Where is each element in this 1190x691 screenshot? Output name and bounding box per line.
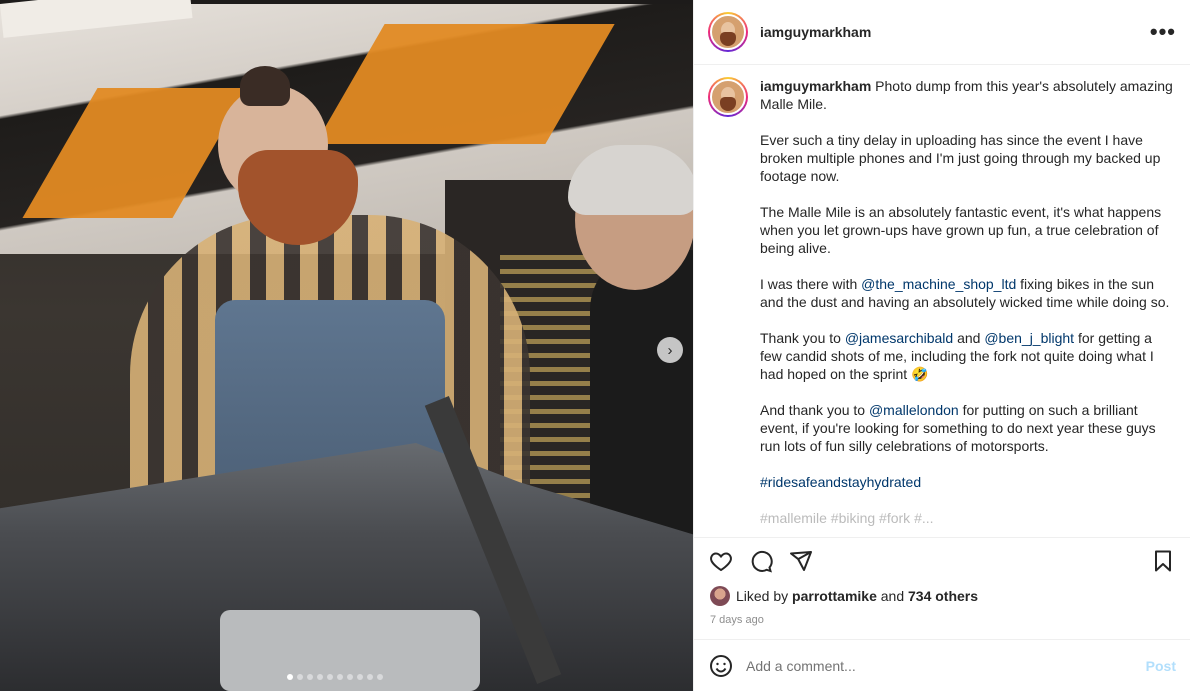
caption-paragraph: Thank you to @jamesarchibald and @ben_j_… bbox=[760, 329, 1174, 383]
like-button[interactable] bbox=[708, 548, 734, 574]
comment-button[interactable] bbox=[748, 548, 774, 574]
carousel-dot bbox=[287, 674, 293, 680]
comment-bar: Post bbox=[694, 639, 1190, 691]
avatar[interactable] bbox=[708, 77, 748, 117]
avatar-image bbox=[710, 14, 746, 50]
caption: iamguymarkham Photo dump from this year'… bbox=[760, 77, 1174, 537]
hashtag-link[interactable]: #ridesafeandstayhydrated bbox=[760, 474, 921, 490]
heart-icon bbox=[710, 551, 732, 571]
action-bar bbox=[694, 537, 1190, 583]
instagram-post: › iamguymarkham ••• iamguymarkham Photo … bbox=[0, 0, 1190, 691]
carousel-next-button[interactable]: › bbox=[657, 337, 683, 363]
photo-grey-hair bbox=[568, 145, 693, 215]
post-comment-button[interactable]: Post bbox=[1146, 658, 1176, 674]
carousel-dot bbox=[307, 674, 313, 680]
comment-icon bbox=[751, 550, 773, 573]
caption-paragraph: I was there with @the_machine_shop_ltd f… bbox=[760, 275, 1174, 311]
caption-paragraph: And thank you to @mallelondon for puttin… bbox=[760, 401, 1174, 455]
carousel-dots bbox=[287, 674, 383, 680]
caption-paragraph: Ever such a tiny delay in uploading has … bbox=[760, 132, 1161, 184]
carousel-dot bbox=[317, 674, 323, 680]
caption-username[interactable]: iamguymarkham bbox=[760, 78, 871, 94]
mention-link[interactable]: @ben_j_blight bbox=[984, 330, 1074, 346]
caption-paragraph: The Malle Mile is an absolutely fantasti… bbox=[760, 204, 1162, 256]
mention-link[interactable]: @mallelondon bbox=[869, 402, 959, 418]
header-username[interactable]: iamguymarkham bbox=[760, 24, 1150, 40]
carousel-dot bbox=[297, 674, 303, 680]
liker-avatar[interactable] bbox=[710, 586, 730, 606]
emoji-button[interactable] bbox=[708, 653, 734, 679]
comment-input[interactable] bbox=[746, 657, 1146, 674]
share-button[interactable] bbox=[788, 548, 814, 574]
liker-username[interactable]: parrottamike bbox=[792, 588, 877, 604]
likes-count[interactable]: 734 others bbox=[908, 588, 978, 604]
mention-link[interactable]: @the_machine_shop_ltd bbox=[861, 276, 1016, 292]
post-side-panel: iamguymarkham ••• iamguymarkham Photo du… bbox=[693, 0, 1190, 691]
likes-middle: and bbox=[880, 588, 905, 604]
save-button[interactable] bbox=[1150, 548, 1176, 574]
likes-summary: Liked by parrottamike and 734 others bbox=[694, 583, 1190, 609]
carousel-dot bbox=[337, 674, 343, 680]
avatar-image bbox=[710, 79, 746, 115]
avatar[interactable] bbox=[708, 12, 748, 52]
caption-text: and bbox=[953, 330, 985, 346]
caption-text: I was there with bbox=[760, 276, 862, 292]
mention-link[interactable]: @jamesarchibald bbox=[845, 330, 953, 346]
carousel-dot bbox=[347, 674, 353, 680]
emoji-icon bbox=[710, 654, 732, 677]
comments-section: iamguymarkham Photo dump from this year'… bbox=[694, 65, 1190, 537]
share-icon bbox=[790, 550, 812, 571]
more-options-icon[interactable]: ••• bbox=[1150, 21, 1176, 43]
post-timestamp[interactable]: 7 days ago bbox=[694, 609, 1190, 631]
carousel-dot bbox=[327, 674, 333, 680]
carousel-dot bbox=[357, 674, 363, 680]
likes-prefix: Liked by bbox=[736, 588, 789, 604]
carousel-dot bbox=[367, 674, 373, 680]
chevron-right-icon: › bbox=[667, 341, 673, 359]
bookmark-icon bbox=[1155, 550, 1171, 571]
caption-text: And thank you to bbox=[760, 402, 869, 418]
caption-row: iamguymarkham Photo dump from this year'… bbox=[708, 77, 1176, 537]
post-photo[interactable]: › bbox=[0, 0, 693, 691]
caption-text: Thank you to bbox=[760, 330, 845, 346]
carousel-dot bbox=[377, 674, 383, 680]
post-header: iamguymarkham ••• bbox=[694, 0, 1190, 65]
photo-mohawk bbox=[240, 66, 290, 106]
caption-truncated-line: #mallemile #biking #fork #... bbox=[760, 510, 934, 526]
